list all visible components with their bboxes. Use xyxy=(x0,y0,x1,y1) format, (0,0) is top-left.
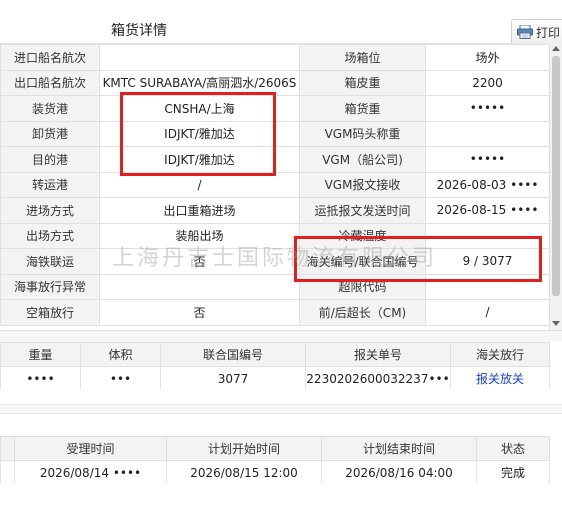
print-button-label: 打印 xyxy=(536,25,561,40)
field-value xyxy=(99,273,300,300)
detail-row: 进口船名航次 场箱位 场外 xyxy=(0,44,550,71)
field-value: 出口重箱进场 xyxy=(99,197,300,224)
column-header[interactable]: 受理时间 xyxy=(14,436,167,461)
cargo-table: 重量 体积 联合国编号 报关单号 海关放行 •••• ••• 3077 22302026000… xyxy=(0,342,550,391)
field-label: VGM码头称重 xyxy=(299,120,426,147)
detail-row: 转运港 / VGM报文接收 2026-08-03 •••• xyxy=(0,171,550,198)
field-value: 装船出场 xyxy=(99,222,300,249)
column-header[interactable]: 体积 xyxy=(80,342,161,367)
detail-row: 装货港 CNSHA/上海 箱货重 ••••• xyxy=(0,95,550,122)
detail-row: 空箱放行否前/后超长（CM) / xyxy=(0,299,550,326)
column-header[interactable]: 联合国编号 xyxy=(160,342,306,367)
field-label: 超限代码 xyxy=(299,273,426,300)
field-value: / xyxy=(425,299,550,326)
field-label: 出口船名航次 xyxy=(0,69,100,96)
scrollbar-thumb[interactable] xyxy=(552,56,560,296)
customs-release-link[interactable]: 报关放关 xyxy=(476,372,524,386)
table-cell: ••• xyxy=(80,366,161,391)
field-label: 目的港 xyxy=(0,146,100,173)
field-label: VGM（船公司) xyxy=(299,146,426,173)
field-value: IDJKT/雅加达 xyxy=(99,120,300,147)
field-label: 运抵报文发送时间 xyxy=(299,197,426,224)
detail-table: 进口船名航次 场箱位 场外 出口船名航次 KMTC SURABAYA/高丽泗水/2606… xyxy=(0,44,550,326)
dialog-header: 箱货详情 打印 xyxy=(0,0,562,45)
field-value: 2200 xyxy=(425,69,550,96)
column-header[interactable]: 海关放行 xyxy=(450,342,550,367)
field-value: KMTC SURABAYA/高丽泗水/2606S xyxy=(99,69,300,96)
column-header[interactable]: 状态 xyxy=(476,436,550,461)
printer-icon xyxy=(517,24,533,39)
detail-row: 进场方式 出口重箱进场 运抵报文发送时间 2026-08-15 •••• xyxy=(0,197,550,224)
table-cell: 2230202600032237••• xyxy=(305,366,451,391)
field-label: 出场方式 xyxy=(0,222,100,249)
table-row[interactable]: 2026/08/14 •••• 2026/08/15 12:00 2026/08/1… xyxy=(0,460,550,485)
field-label: 装货港 xyxy=(0,95,100,122)
field-label: 箱货重 xyxy=(299,95,426,122)
cargo-section: 重量 体积 联合国编号 报关单号 海关放行 •••• ••• 3077 22302026000… xyxy=(0,342,562,391)
field-value: 9 / 3077 xyxy=(425,248,550,275)
field-value: 否 xyxy=(99,299,300,326)
table-cell: 2026/08/15 12:00 xyxy=(166,460,322,485)
field-value: 2026-08-03 •••• xyxy=(425,171,550,198)
table-row[interactable]: •••• ••• 3077 2230202600032237••• 报关放关 xyxy=(0,366,550,391)
column-header[interactable] xyxy=(0,436,15,461)
detail-row: 出场方式 装船出场 冷藏温度 xyxy=(0,222,550,249)
field-label: 海铁联运 xyxy=(0,248,100,275)
field-value: ••••• xyxy=(425,146,550,173)
field-value: / xyxy=(99,171,300,198)
field-value: 场外 xyxy=(425,44,550,71)
schedule-table: 受理时间 计划开始时间 计划结束时间 状态 2026/08/14 •••• 2026/0… xyxy=(0,436,550,485)
table-cell: 2026/08/14 •••• xyxy=(14,460,167,485)
schedule-section: 受理时间 计划开始时间 计划结束时间 状态 2026/08/14 •••• 2026/0… xyxy=(0,436,562,485)
field-label: 转运港 xyxy=(0,171,100,198)
footer-area xyxy=(0,484,562,518)
detail-row: 卸货港 IDJKT/雅加达 VGM码头称重 xyxy=(0,120,550,147)
field-value: ••••• xyxy=(425,95,550,122)
field-label: 场箱位 xyxy=(299,44,426,71)
field-label: 进口船名航次 xyxy=(0,44,100,71)
field-value: CNSHA/上海 xyxy=(99,95,300,122)
detail-row: 出口船名航次 KMTC SURABAYA/高丽泗水/2606S 箱皮重 2200 xyxy=(0,69,550,96)
field-value xyxy=(425,273,550,300)
column-header[interactable]: 重量 xyxy=(0,342,81,367)
section-divider xyxy=(0,330,562,342)
field-label: 卸货港 xyxy=(0,120,100,147)
field-label: 箱皮重 xyxy=(299,69,426,96)
detail-row: 目的港 IDJKT/雅加达 VGM（船公司) ••••• xyxy=(0,146,550,173)
column-header[interactable]: 报关单号 xyxy=(305,342,451,367)
section-divider-2 xyxy=(0,390,562,436)
field-label: 前/后超长（CM) xyxy=(299,299,426,326)
table-cell: 报关放关 xyxy=(450,366,550,391)
print-button[interactable]: 打印 xyxy=(511,19,562,45)
field-label: 进场方式 xyxy=(0,197,100,224)
table-cell: •••• xyxy=(0,366,81,391)
arrow-up-icon[interactable] xyxy=(552,46,560,51)
table-cell xyxy=(0,460,15,485)
table-cell: 3077 xyxy=(160,366,306,391)
detail-panel: 进口船名航次 场箱位 场外 出口船名航次 KMTC SURABAYA/高丽泗水/2606… xyxy=(0,44,562,330)
field-label: 冷藏温度 xyxy=(299,222,426,249)
table-cell: 完成 xyxy=(476,460,550,485)
field-label: 海事放行异常 xyxy=(0,273,100,300)
column-header[interactable]: 计划结束时间 xyxy=(321,436,477,461)
field-label: 海关编号/联合国编号 xyxy=(299,248,426,275)
field-value xyxy=(99,44,300,71)
field-label: VGM报文接收 xyxy=(299,171,426,198)
field-value: 2026-08-15 •••• xyxy=(425,197,550,224)
detail-row: 海事放行异常 超限代码 xyxy=(0,273,550,300)
field-value xyxy=(425,222,550,249)
field-value: IDJKT/雅加达 xyxy=(99,146,300,173)
page-title: 箱货详情 xyxy=(111,23,167,39)
detail-row: 海铁联运否海关编号/联合国编号 9 / 3077 xyxy=(0,248,550,275)
field-value xyxy=(425,120,550,147)
arrow-down-icon[interactable] xyxy=(552,321,560,326)
field-value: 否 xyxy=(99,248,300,275)
vertical-scrollbar[interactable] xyxy=(549,44,562,330)
field-label: 空箱放行 xyxy=(0,299,100,326)
column-header[interactable]: 计划开始时间 xyxy=(166,436,322,461)
table-cell: 2026/08/16 04:00 xyxy=(321,460,477,485)
